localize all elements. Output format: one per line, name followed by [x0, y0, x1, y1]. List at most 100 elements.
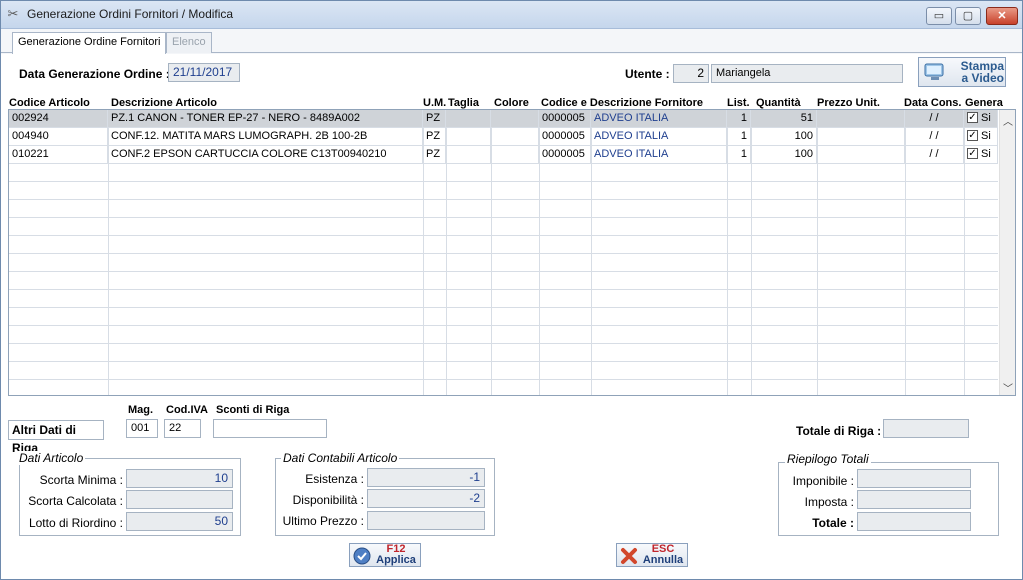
tab-generazione-ordine[interactable]: Generazione Ordine Fornitori: [12, 32, 167, 54]
cell-descrizione[interactable]: CONF.2 EPSON CARTUCCIA COLORE C13T009402…: [108, 146, 423, 164]
cell-taglia[interactable]: [446, 146, 491, 164]
cell-fornitore[interactable]: ADVEO ITALIA: [591, 146, 727, 164]
col-codice-articolo[interactable]: Codice Articolo: [9, 97, 90, 109]
cell-quantita[interactable]: 100: [751, 146, 817, 164]
cell-cod-forn[interactable]: 0000005: [539, 128, 591, 146]
table-row[interactable]: 010221 CONF.2 EPSON CARTUCCIA COLORE C13T…: [9, 146, 998, 164]
utente-id-field[interactable]: 2: [673, 64, 709, 83]
cell-um[interactable]: PZ: [423, 146, 446, 164]
empty-table-row[interactable]: [9, 164, 998, 182]
scorta-minima-label: Scorta Minima :: [39, 473, 123, 487]
dati-articolo-title: Dati Articolo: [17, 451, 86, 465]
genera-value: Si: [981, 112, 991, 124]
empty-table-row[interactable]: [9, 344, 998, 362]
empty-table-row[interactable]: [9, 254, 998, 272]
cell-quantita[interactable]: 100: [751, 128, 817, 146]
empty-table-row[interactable]: [9, 218, 998, 236]
empty-table-row[interactable]: [9, 326, 998, 344]
codiva-label: Cod.IVA: [166, 404, 208, 416]
col-data-cons[interactable]: Data Cons.: [904, 97, 961, 109]
monitor-print-icon: [924, 62, 946, 82]
utente-label: Utente :: [625, 67, 670, 81]
empty-table-row[interactable]: [9, 200, 998, 218]
cell-codice[interactable]: 002924: [9, 110, 108, 128]
cell-prezzo[interactable]: [817, 146, 905, 164]
data-generazione-field[interactable]: 21/11/2017: [168, 63, 240, 82]
ultimo-prezzo-label: Ultimo Prezzo :: [282, 514, 364, 528]
esistenza-label: Esistenza :: [305, 472, 364, 486]
cell-data-cons[interactable]: / /: [905, 128, 964, 146]
col-fornitore[interactable]: Codice e Descrizione Fornitore: [541, 97, 703, 109]
cell-quantita[interactable]: 51: [751, 110, 817, 128]
check-icon[interactable]: ✓: [967, 147, 978, 159]
col-taglia[interactable]: Taglia: [448, 97, 479, 109]
check-icon[interactable]: ✓: [967, 129, 978, 141]
cell-codice[interactable]: 004940: [9, 128, 108, 146]
close-button[interactable]: ✕: [986, 7, 1018, 25]
col-quantita[interactable]: Quantità: [756, 97, 801, 109]
dati-contabili-title: Dati Contabili Articolo: [281, 451, 400, 465]
cancel-x-icon: [620, 547, 638, 565]
cell-genera[interactable]: ✓ Si: [964, 110, 998, 128]
applica-button[interactable]: F12 Applica: [349, 543, 421, 567]
cell-genera[interactable]: ✓ Si: [964, 128, 998, 146]
col-descrizione-articolo[interactable]: Descrizione Articolo: [111, 97, 217, 109]
col-um[interactable]: U.M.: [423, 97, 446, 109]
cell-taglia[interactable]: [446, 128, 491, 146]
esistenza-field: -1: [367, 468, 485, 487]
riepilogo-title: Riepilogo Totali: [785, 452, 871, 466]
empty-table-row[interactable]: [9, 236, 998, 254]
empty-table-row[interactable]: [9, 290, 998, 308]
ordini-grid[interactable]: 002924 PZ.1 CANON - TONER EP-27 - NERO - …: [8, 109, 1016, 396]
empty-table-row[interactable]: [9, 182, 998, 200]
sconti-label: Sconti di Riga: [216, 404, 290, 416]
check-icon[interactable]: ✓: [967, 111, 978, 123]
cell-um[interactable]: PZ: [423, 128, 446, 146]
scroll-up-icon[interactable]: ︿: [1003, 113, 1013, 128]
cell-fornitore[interactable]: ADVEO ITALIA: [591, 128, 727, 146]
col-genera[interactable]: Genera: [965, 97, 1003, 109]
cell-descrizione[interactable]: PZ.1 CANON - TONER EP-27 - NERO - 8489A0…: [108, 110, 423, 128]
cell-data-cons[interactable]: / /: [905, 110, 964, 128]
table-row[interactable]: 004940 CONF.12. MATITA MARS LUMOGRAPH. 2B…: [9, 128, 998, 146]
cell-colore[interactable]: [491, 128, 539, 146]
col-colore[interactable]: Colore: [494, 97, 529, 109]
genera-value: Si: [981, 130, 991, 142]
scroll-down-icon[interactable]: ﹀: [1003, 380, 1013, 395]
cell-taglia[interactable]: [446, 110, 491, 128]
scorta-calcolata-field: [126, 490, 233, 509]
table-row[interactable]: 002924 PZ.1 CANON - TONER EP-27 - NERO - …: [9, 110, 998, 128]
cell-list[interactable]: 1: [727, 128, 751, 146]
grid-scrollbar[interactable]: ︿ ﹀: [999, 110, 1015, 395]
cell-prezzo[interactable]: [817, 128, 905, 146]
video-label: a Video: [961, 71, 1004, 85]
cell-cod-forn[interactable]: 0000005: [539, 146, 591, 164]
cell-colore[interactable]: [491, 146, 539, 164]
cell-fornitore[interactable]: ADVEO ITALIA: [591, 110, 727, 128]
cell-genera[interactable]: ✓ Si: [964, 146, 998, 164]
stampa-video-button[interactable]: Stampa a Video: [918, 57, 1006, 87]
mag-field[interactable]: 001: [126, 419, 158, 438]
codiva-field[interactable]: 22: [164, 419, 201, 438]
cell-data-cons[interactable]: / /: [905, 146, 964, 164]
cell-descrizione[interactable]: CONF.12. MATITA MARS LUMOGRAPH. 2B 100-2…: [108, 128, 423, 146]
cell-cod-forn[interactable]: 0000005: [539, 110, 591, 128]
cell-list[interactable]: 1: [727, 110, 751, 128]
cell-colore[interactable]: [491, 110, 539, 128]
sconti-field[interactable]: [213, 419, 327, 438]
disponibilita-field: -2: [367, 489, 485, 508]
cell-codice[interactable]: 010221: [9, 146, 108, 164]
col-list[interactable]: List.: [727, 97, 750, 109]
minimize-button[interactable]: ▭: [926, 7, 952, 25]
tab-elenco[interactable]: Elenco: [166, 32, 212, 53]
cell-prezzo[interactable]: [817, 110, 905, 128]
cell-um[interactable]: PZ: [423, 110, 446, 128]
empty-table-row[interactable]: [9, 362, 998, 380]
annulla-button[interactable]: ESC Annulla: [616, 543, 688, 567]
empty-table-row[interactable]: [9, 272, 998, 290]
lotto-riordino-field: 50: [126, 512, 233, 531]
empty-table-row[interactable]: [9, 308, 998, 326]
col-prezzo-unit[interactable]: Prezzo Unit.: [817, 97, 880, 109]
maximize-button[interactable]: ▢: [955, 7, 981, 25]
cell-list[interactable]: 1: [727, 146, 751, 164]
